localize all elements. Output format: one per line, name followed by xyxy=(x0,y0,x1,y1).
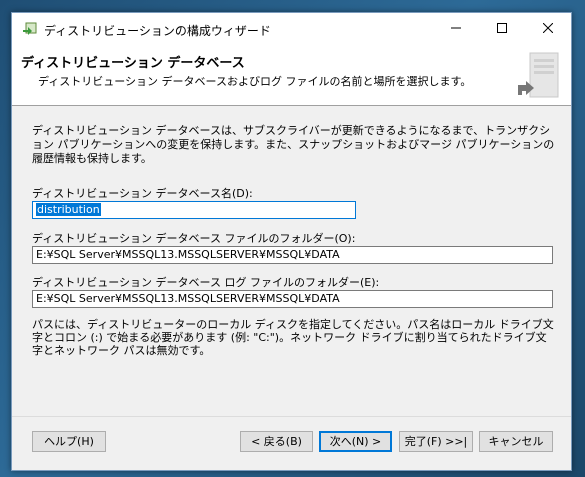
close-icon xyxy=(543,23,553,33)
database-arrow-illustration xyxy=(518,52,559,98)
help-button[interactable]: ヘルプ(H) xyxy=(32,431,106,452)
log-folder-value: E:¥SQL Server¥MSSQL13.MSSQLSERVER¥MSSQL¥… xyxy=(36,292,340,305)
log-folder-label: ディストリビューション データベース ログ ファイルのフォルダー(E): xyxy=(32,276,380,289)
wizard-window: ディストリビューションの構成ウィザード ディストリビューション データベース デ… xyxy=(11,12,572,471)
maximize-icon xyxy=(497,23,507,33)
description-text: ディストリビューション データベースは、サブスクライバーが更新できるようになるま… xyxy=(32,124,555,165)
log-folder-input[interactable]: E:¥SQL Server¥MSSQL13.MSSQLSERVER¥MSSQL¥… xyxy=(32,290,553,308)
db-folder-input[interactable]: E:¥SQL Server¥MSSQL13.MSSQLSERVER¥MSSQL¥… xyxy=(32,246,553,264)
maximize-button[interactable] xyxy=(479,13,525,43)
db-name-input[interactable]: distribution xyxy=(32,201,356,219)
wizard-content: ディストリビューション データベースは、サブスクライバーが更新できるようになるま… xyxy=(12,106,571,416)
minimize-button[interactable] xyxy=(433,13,479,43)
next-button[interactable]: 次へ(N) > xyxy=(319,431,392,452)
back-button[interactable]: < 戻る(B) xyxy=(240,431,313,452)
title-bar[interactable]: ディストリビューションの構成ウィザード xyxy=(12,13,571,43)
page-title: ディストリビューション データベース xyxy=(21,56,245,71)
window-title: ディストリビューションの構成ウィザード xyxy=(44,24,271,38)
cancel-button[interactable]: キャンセル xyxy=(479,431,553,452)
path-note-text: パスには、ディストリビューターのローカル ディスクを指定してください。パス名はロ… xyxy=(32,318,554,357)
db-folder-label: ディストリビューション データベース ファイルのフォルダー(O): xyxy=(32,232,356,245)
wizard-app-icon xyxy=(23,22,37,35)
finish-button[interactable]: 完了(F) >>| xyxy=(399,431,473,452)
db-name-label: ディストリビューション データベース名(D): xyxy=(32,187,253,200)
db-name-value: distribution xyxy=(36,203,101,216)
close-button[interactable] xyxy=(525,13,571,43)
button-bar: ヘルプ(H) < 戻る(B) 次へ(N) > 完了(F) >>| キャンセル xyxy=(12,416,571,471)
minimize-icon xyxy=(451,27,461,29)
page-subtitle: ディストリビューション データベースおよびログ ファイルの名前と場所を選択します… xyxy=(38,75,472,88)
wizard-header: ディストリビューション データベース ディストリビューション データベースおよび… xyxy=(12,43,571,106)
db-folder-value: E:¥SQL Server¥MSSQL13.MSSQLSERVER¥MSSQL¥… xyxy=(36,248,340,261)
